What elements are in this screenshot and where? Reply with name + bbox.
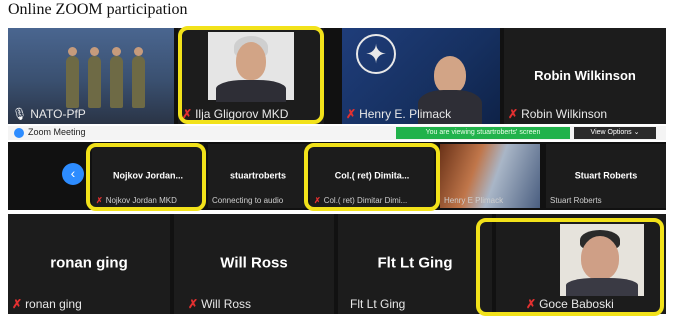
video-tile-nojkov-jordan[interactable]: Nojkov Jordan... ✗ Nojkov Jordan MKD (92, 144, 204, 208)
muted-mic-icon: ✗ (182, 107, 193, 121)
participant-label: ✗ Goce Baboski (526, 297, 614, 311)
participant-name: Will Ross (201, 297, 252, 311)
video-strip-top: 🎙 NATO-PfP ✗ Ilja Gligorov MKD ✦ ✗ Henry E.… (8, 28, 666, 124)
participant-display-name: Will Ross (220, 254, 288, 272)
video-strip-bottom: ronan ging ✗ ronan ging Will Ross ✗ Will R… (8, 214, 666, 314)
participant-name: Flt Lt Ging (350, 297, 406, 311)
video-tile-stuart-roberts[interactable]: Stuart Roberts Stuart Roberts (546, 144, 666, 208)
participant-video-image (560, 224, 644, 296)
view-options-button[interactable]: View Options ⌄ (574, 127, 656, 139)
zoom-window-titlebar: Zoom Meeting You are viewing stuartrober… (8, 126, 666, 140)
window-title: Zoom Meeting (28, 127, 86, 137)
participant-video-image (208, 32, 294, 102)
video-tile-ronan-ging[interactable]: ronan ging ✗ ronan ging (8, 214, 170, 314)
video-strip-middle: ‹ Nojkov Jordan... ✗ Nojkov Jordan MKD st… (8, 142, 666, 210)
participant-name: Robin Wilkinson (521, 107, 608, 121)
muted-mic-icon: ✗ (526, 297, 537, 311)
participant-display-name: Robin Wilkinson (534, 67, 636, 83)
participant-name: NATO-PfP (30, 107, 86, 121)
muted-mic-icon: ✗ (12, 297, 23, 311)
participant-name: ronan ging (25, 297, 82, 311)
participant-name: Nojkov Jordan MKD (105, 196, 177, 205)
video-tile-henry-plimack-2[interactable]: Henry E Plimack (440, 144, 540, 208)
participant-display-name: stuartroberts (229, 170, 286, 181)
screen-share-banner: You are viewing stuartroberts' screen (396, 127, 570, 139)
participant-label: Henry E Plimack (444, 196, 503, 205)
figure-caption: Online ZOOM participation (8, 1, 188, 18)
participant-label: ✗ Ilja Gligorov MKD (182, 107, 288, 121)
zoom-logo-icon (14, 128, 24, 138)
participant-name: Henry E. Plimack (359, 107, 452, 121)
participant-label: ✗ Will Ross (188, 297, 251, 311)
video-tile-dimitar[interactable]: Col.( ret) Dimita... ✗ Col.( ret) Dimitar… (310, 144, 434, 208)
participant-label: ✗ Robin Wilkinson (508, 107, 607, 121)
participant-display-name: Nojkov Jordan... (112, 170, 183, 181)
participant-label: ✗ Nojkov Jordan MKD (96, 196, 177, 205)
participant-label: Flt Lt Ging (350, 297, 405, 311)
video-tile-robin-wilkinson[interactable]: Robin Wilkinson ✗ Robin Wilkinson (504, 28, 666, 124)
video-tile-goce-baboski[interactable]: ✗ Goce Baboski (496, 214, 666, 314)
participant-label: ✗ ronan ging (12, 297, 82, 311)
participant-display-name: Col.( ret) Dimita... (334, 170, 410, 181)
video-tile-flt-lt-ging[interactable]: Flt Lt Ging Flt Lt Ging (338, 214, 492, 314)
participant-label: Stuart Roberts (550, 196, 602, 205)
participant-label: ✗ Col.( ret) Dimitar Dimi... (314, 196, 407, 205)
participant-name: Stuart Roberts (550, 196, 602, 205)
muted-mic-icon: ✗ (188, 297, 199, 311)
participant-label: ✗ Henry E. Plimack (346, 107, 451, 121)
nato-emblem-icon: ✦ (356, 34, 396, 74)
mic-icon: 🎙 (12, 107, 28, 121)
participant-name: Col.( ret) Dimitar Dimi... (323, 196, 408, 205)
muted-mic-icon: ✗ (314, 196, 321, 205)
participant-name: Goce Baboski (539, 297, 614, 311)
chevron-left-icon[interactable]: ‹ (62, 163, 84, 185)
participant-name: Ilja Gligorov MKD (195, 107, 289, 121)
participant-display-name: ronan ging (50, 254, 128, 272)
video-tile-will-ross[interactable]: Will Ross ✗ Will Ross (174, 214, 334, 314)
participant-name: Connecting to audio (212, 196, 284, 205)
participant-label: 🎙 NATO-PfP (12, 107, 86, 121)
muted-mic-icon: ✗ (346, 107, 357, 121)
muted-mic-icon: ✗ (96, 196, 103, 205)
participant-label: Connecting to audio (212, 196, 283, 205)
video-tile-nato-pfp[interactable]: 🎙 NATO-PfP (8, 28, 174, 124)
video-tile-henry-plimack[interactable]: ✦ ✗ Henry E. Plimack (342, 28, 500, 124)
participant-display-name: Flt Lt Ging (377, 254, 453, 272)
participant-name: Henry E Plimack (444, 196, 504, 205)
video-tile-ilja-gligorov[interactable]: ✗ Ilja Gligorov MKD (178, 28, 324, 124)
muted-mic-icon: ✗ (508, 107, 519, 121)
video-tile-stuartroberts[interactable]: stuartroberts Connecting to audio (208, 144, 308, 208)
participant-display-name: Stuart Roberts (574, 170, 638, 181)
